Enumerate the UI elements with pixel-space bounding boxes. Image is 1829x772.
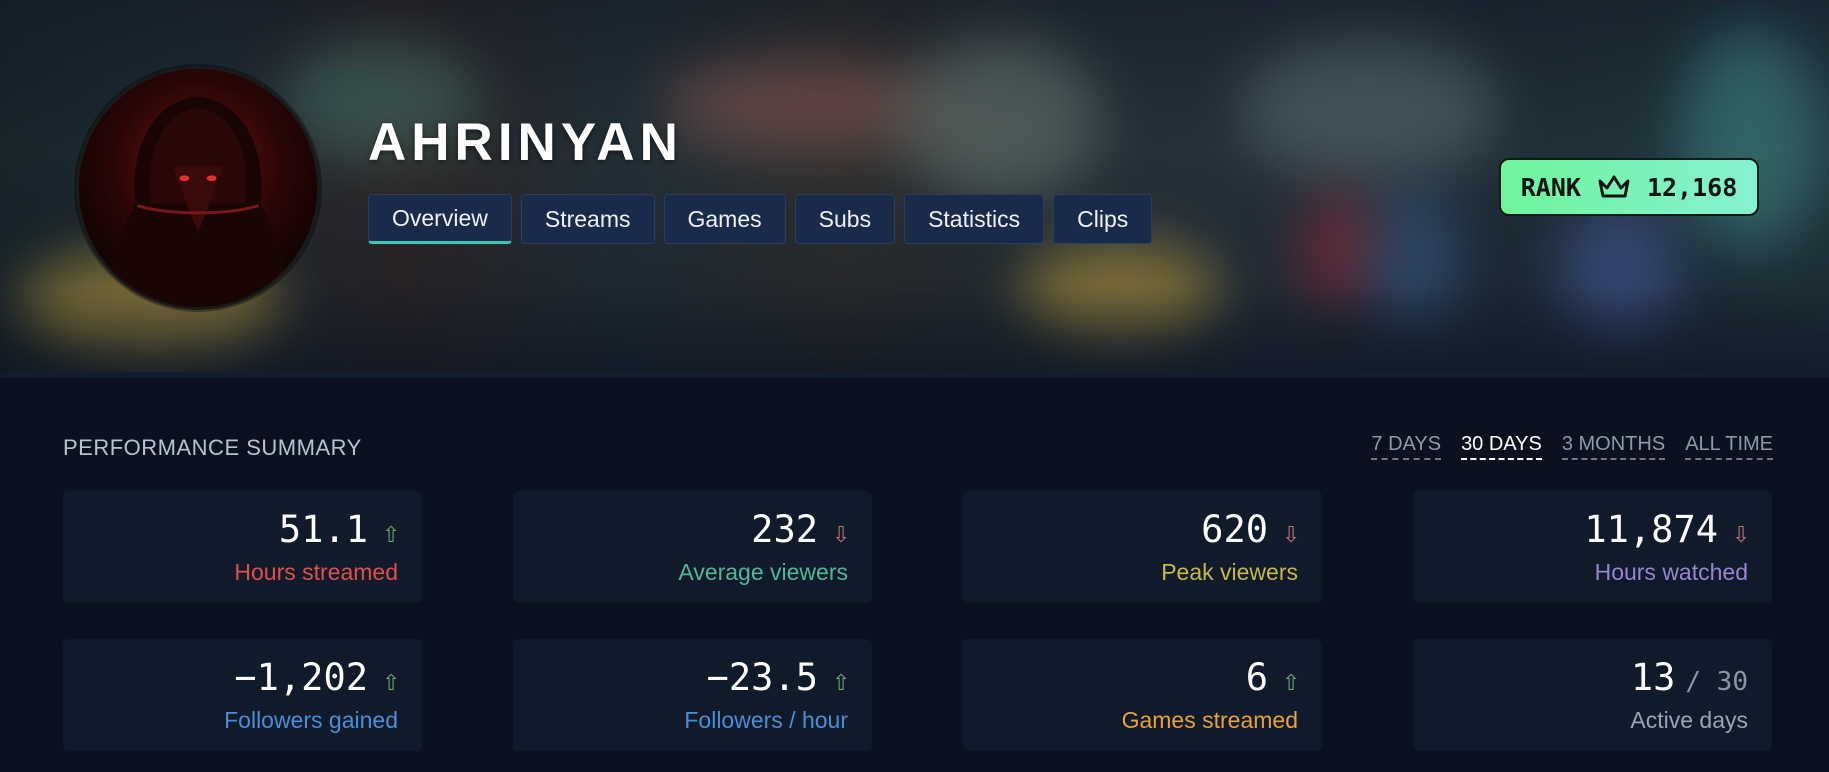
stat-card-hours-streamed: 51.1 ⇧ Hours streamed — [63, 491, 422, 603]
stat-card-average-viewers: 232 ⇩ Average viewers — [513, 491, 872, 603]
stat-label: Games streamed — [1121, 707, 1298, 733]
streamer-name: AHRINYAN — [368, 113, 683, 172]
stat-label: Average viewers — [678, 559, 848, 585]
stat-label: Followers / hour — [684, 707, 848, 733]
tab-games[interactable]: Games — [663, 194, 786, 244]
streamer-avatar — [76, 66, 320, 310]
rank-label: RANK — [1520, 172, 1581, 202]
stat-card-active-days: 13 / 30 Active days — [1413, 639, 1772, 751]
stat-card-games-streamed: 6 ⇧ Games streamed — [963, 639, 1322, 751]
stat-value: 620 — [1201, 508, 1268, 551]
stat-card-followers-gained: −1,202 ⇧ Followers gained — [63, 639, 422, 751]
trend-down-icon: ⇩ — [1732, 522, 1751, 547]
tab-clips[interactable]: Clips — [1053, 194, 1153, 244]
stat-label: Active days — [1630, 707, 1748, 733]
time-range-selector: 7 DAYS 30 DAYS 3 MONTHS ALL TIME — [1371, 433, 1773, 460]
tab-subs[interactable]: Subs — [794, 194, 896, 244]
stat-value: 51.1 — [278, 508, 368, 551]
trend-down-icon: ⇩ — [832, 522, 851, 547]
stat-value: 232 — [751, 508, 818, 551]
tab-streams[interactable]: Streams — [520, 194, 655, 244]
stat-card-followers-per-hour: −23.5 ⇧ Followers / hour — [513, 639, 872, 751]
stat-value: 11,874 — [1584, 508, 1718, 551]
rank-value: 12,168 — [1646, 172, 1738, 202]
stat-label: Followers gained — [224, 707, 398, 733]
stat-value: 13 — [1630, 656, 1676, 699]
stat-value: −1,202 — [234, 656, 368, 699]
tab-overview[interactable]: Overview — [368, 194, 512, 244]
profile-tabs: Overview Streams Games Subs Statistics C… — [368, 194, 1153, 244]
trend-up-icon: ⇧ — [832, 670, 851, 695]
range-7-days[interactable]: 7 DAYS — [1371, 433, 1442, 460]
trend-up-icon: ⇧ — [382, 670, 401, 695]
stat-label: Hours streamed — [234, 559, 398, 585]
trend-up-icon: ⇧ — [382, 522, 401, 547]
range-30-days[interactable]: 30 DAYS — [1461, 433, 1542, 460]
range-all-time[interactable]: ALL TIME — [1685, 433, 1773, 460]
stat-value: −23.5 — [706, 656, 818, 699]
stat-card-peak-viewers: 620 ⇩ Peak viewers — [963, 491, 1322, 603]
banner-divider — [0, 372, 1829, 378]
stat-label: Hours watched — [1594, 559, 1748, 585]
crown-icon — [1598, 175, 1630, 198]
trend-down-icon: ⇩ — [1282, 522, 1301, 547]
stat-label: Peak viewers — [1161, 559, 1298, 585]
rank-badge[interactable]: RANK 12,168 — [1499, 158, 1759, 216]
stat-denominator: / 30 — [1685, 667, 1748, 697]
performance-summary-title: PERFORMANCE SUMMARY — [63, 435, 362, 460]
stat-value: 6 — [1245, 656, 1268, 699]
tab-statistics[interactable]: Statistics — [904, 194, 1045, 244]
range-3-months[interactable]: 3 MONTHS — [1561, 433, 1666, 460]
stat-card-hours-watched: 11,874 ⇩ Hours watched — [1413, 491, 1772, 603]
hooded-wolf-avatar-icon — [79, 69, 317, 307]
trend-up-icon: ⇧ — [1282, 670, 1301, 695]
